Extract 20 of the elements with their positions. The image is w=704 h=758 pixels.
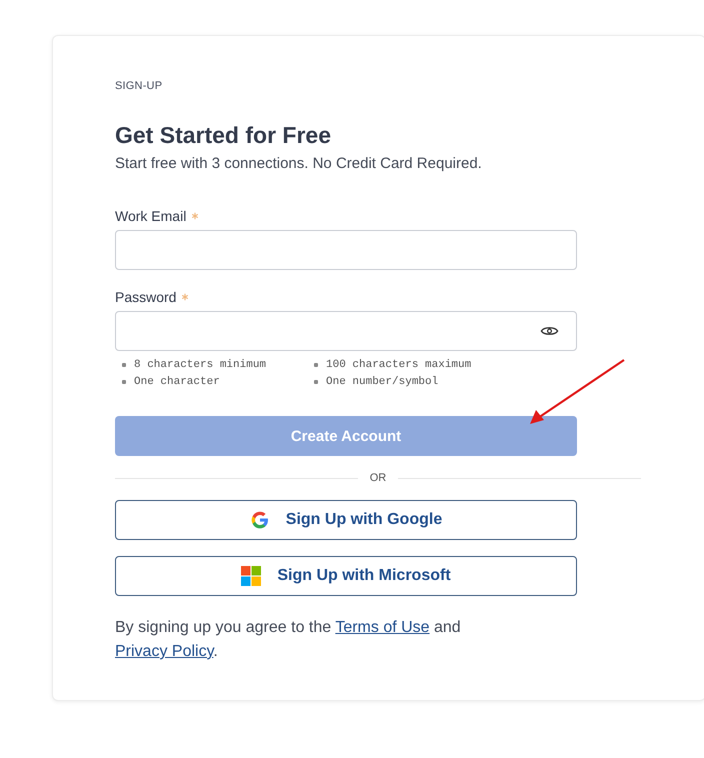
password-field[interactable] xyxy=(115,311,577,351)
field-label: Password xyxy=(115,289,176,305)
page-title: Get Started for Free xyxy=(115,122,332,149)
eye-icon[interactable] xyxy=(540,324,559,338)
divider-text: OR xyxy=(370,472,386,484)
password-rule: One character xyxy=(122,376,314,388)
google-icon xyxy=(250,510,270,530)
field-label: Work Email xyxy=(115,208,186,224)
social-signup-button[interactable]: Sign Up with Google xyxy=(115,500,577,540)
section-label: SIGN-UP xyxy=(115,80,164,92)
password-rule: 8 characters minimum xyxy=(122,359,314,371)
social-signup-button[interactable]: Sign Up with Microsoft xyxy=(115,556,577,596)
privacy-link[interactable]: Privacy Policy xyxy=(115,643,214,660)
terms-link[interactable]: Terms of Use xyxy=(335,619,430,636)
password-rule: 100 characters maximum xyxy=(314,359,514,371)
email-field[interactable] xyxy=(115,230,577,270)
password-rule: One number/symbol xyxy=(314,376,514,388)
microsoft-icon xyxy=(241,566,262,586)
terms-text: By signing up you agree to the Terms of Use and Privacy Policy. xyxy=(115,618,462,662)
subtitle: Start free with 3 connections. No Credit Card Required. xyxy=(115,155,483,172)
